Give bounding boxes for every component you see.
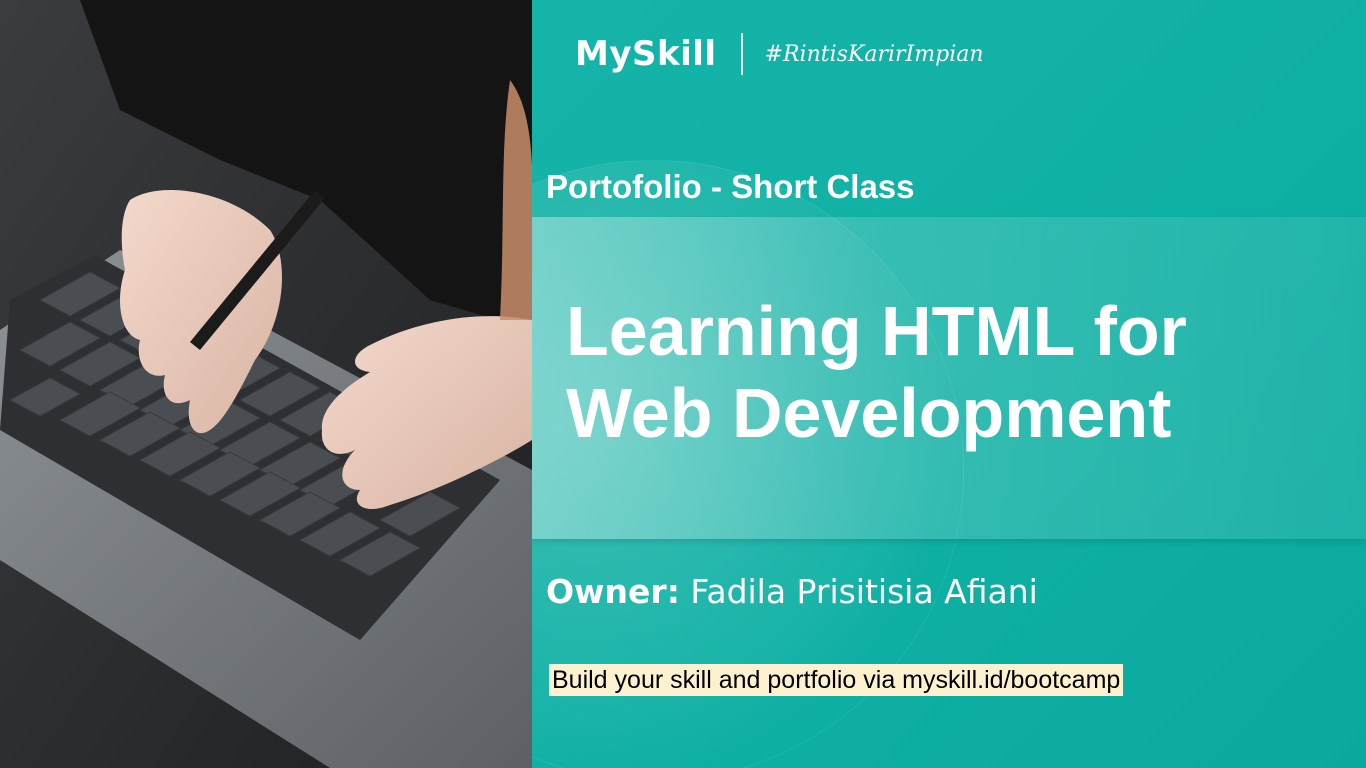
brand-header: MySkill #RintisKarirImpian [575, 30, 984, 78]
brand-logo: MySkill [575, 34, 717, 74]
title-line-2: Web Development [566, 374, 1172, 452]
owner-name: Fadila Prisitisia Afiani [690, 572, 1038, 611]
brand-tagline: #RintisKarirImpian [764, 41, 984, 67]
laptop-typing-illustration [0, 0, 532, 768]
hero-photo [0, 0, 532, 768]
owner-line: Owner: Fadila Prisitisia Afiani [546, 572, 1038, 611]
owner-label: Owner: [546, 572, 680, 611]
slide-subtitle: Portofolio - Short Class [546, 168, 915, 205]
slide-title: Learning HTML for Web Development [566, 290, 1326, 454]
bootcamp-cta: Build your skill and portfolio via myski… [549, 664, 1124, 696]
brand-divider [740, 33, 743, 75]
title-line-1: Learning HTML for [566, 292, 1187, 370]
